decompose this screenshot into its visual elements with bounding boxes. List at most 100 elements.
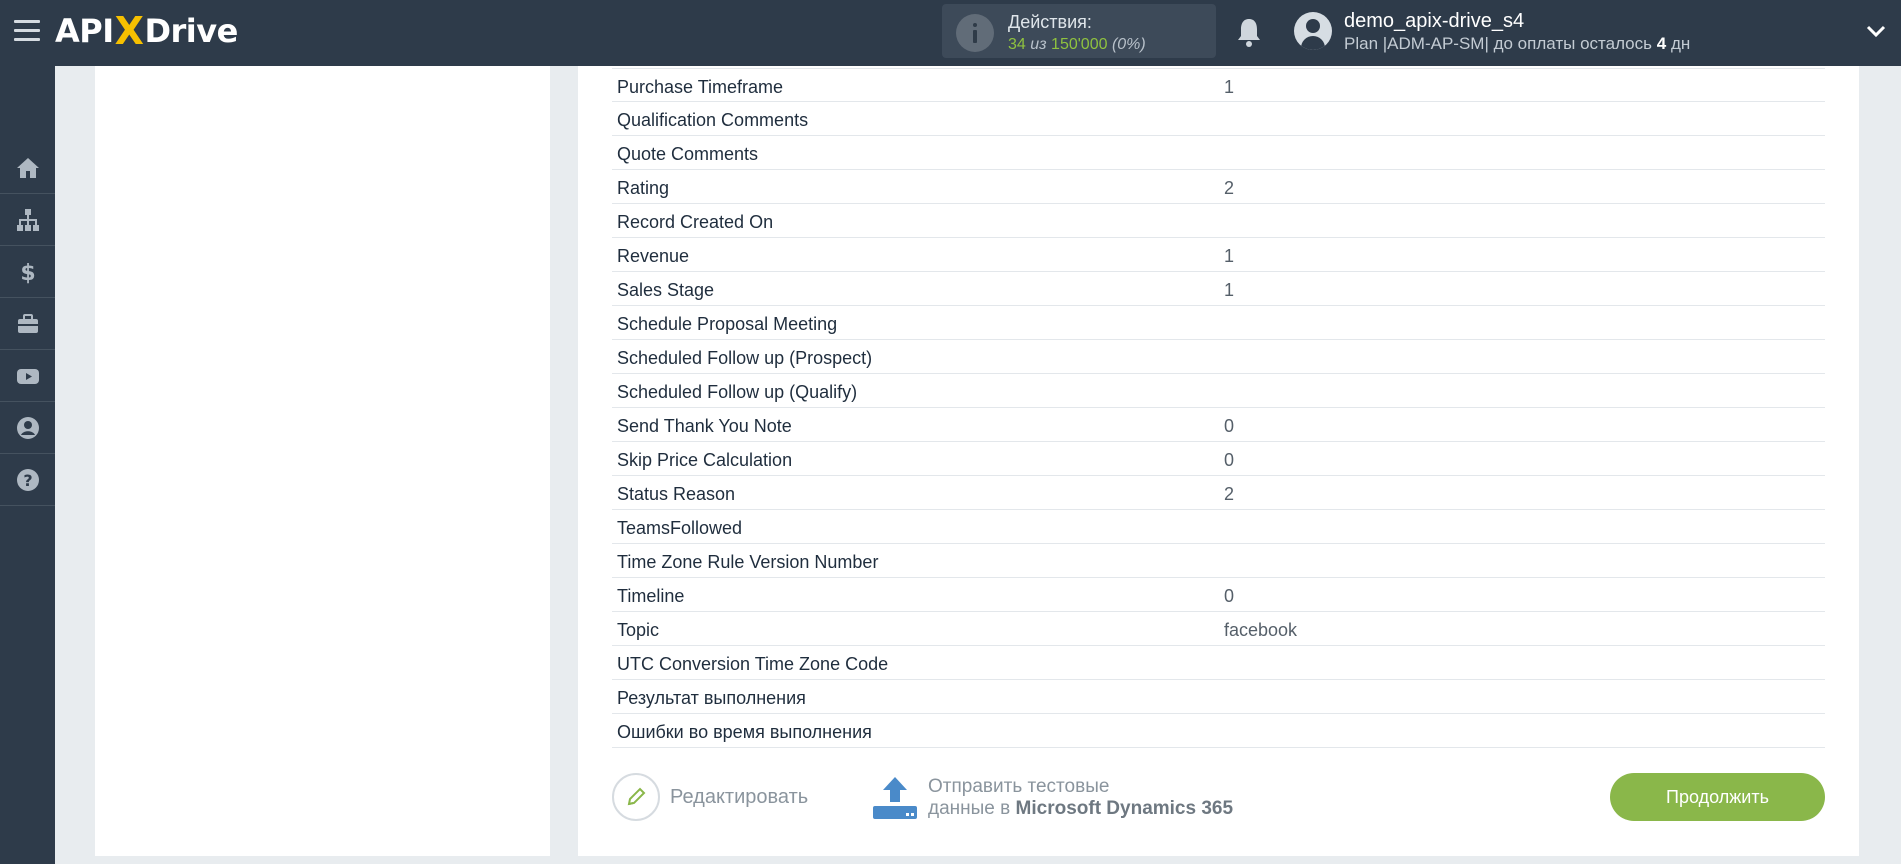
table-row: Skip Price Calculation 0 xyxy=(612,442,1825,476)
table-row: UTC Conversion Time Zone Code xyxy=(612,646,1825,680)
table-row: Scheduled Follow up (Qualify) xyxy=(612,374,1825,408)
logo-prefix: API xyxy=(55,12,114,50)
avatar[interactable] xyxy=(1294,12,1332,50)
field-label: Quote Comments xyxy=(617,144,759,164)
field-label: Результат выполнения xyxy=(617,688,806,708)
table-row: Purchase Timeframe 1 xyxy=(612,68,1825,102)
field-value: 2 xyxy=(1224,484,1235,504)
user-plan: Plan |ADM-AP-SM| до оплаты осталось 4 дн xyxy=(1344,34,1690,54)
fields-table: Purchase Timeframe 1 Qualification Comment… xyxy=(612,68,1825,748)
edit-label: Редактировать xyxy=(670,785,809,808)
field-label: TeamsFollowed xyxy=(617,518,743,538)
table-row: Scheduled Follow up (Prospect) xyxy=(612,340,1825,374)
table-row: Timeline 0 xyxy=(612,578,1825,612)
table-row: Sales Stage 1 xyxy=(612,272,1825,306)
table-row: Topic facebook xyxy=(612,612,1825,646)
sidebar-item-help[interactable]: ? xyxy=(0,454,55,506)
field-value: 2 xyxy=(1224,178,1235,198)
bell-icon[interactable] xyxy=(1234,16,1264,48)
sitemap-icon xyxy=(16,208,39,231)
youtube-icon xyxy=(16,368,39,384)
question-icon: ? xyxy=(16,468,39,491)
sidebar: $ ? xyxy=(0,66,55,864)
continue-button[interactable]: Продолжить xyxy=(1610,773,1825,821)
field-label: UTC Conversion Time Zone Code xyxy=(617,654,889,674)
actions-used: 34 xyxy=(1008,36,1026,53)
field-label: Sales Stage xyxy=(617,280,715,300)
actions-counter[interactable]: Действия: 34 из 150'000 (0%) xyxy=(942,4,1216,58)
actions-usage: 34 из 150'000 (0%) xyxy=(1008,36,1146,54)
home-icon xyxy=(16,157,39,178)
svg-text:$: $ xyxy=(20,261,35,285)
user-circle-icon xyxy=(16,416,39,439)
field-label: Timeline xyxy=(617,586,685,606)
sidebar-item-account[interactable] xyxy=(0,402,55,454)
field-value: 1 xyxy=(1224,246,1235,266)
send-line-2: данные в Microsoft Dynamics 365 xyxy=(928,798,1233,820)
field-value: 0 xyxy=(1224,586,1235,606)
edit-icon-circle xyxy=(612,773,660,821)
table-row: Time Zone Rule Version Number xyxy=(612,544,1825,578)
table-row: Record Created On xyxy=(612,204,1825,238)
send-target: Microsoft Dynamics 365 xyxy=(1015,798,1234,819)
field-value: 0 xyxy=(1224,416,1235,436)
field-label: Send Thank You Note xyxy=(617,416,792,436)
field-value: facebook xyxy=(1224,620,1298,640)
table-row: Status Reason 2 xyxy=(612,476,1825,510)
user-name[interactable]: demo_apix-drive_s4 xyxy=(1344,10,1524,33)
table-row: Quote Comments xyxy=(612,136,1825,170)
field-value: 0 xyxy=(1224,450,1235,470)
field-value: 1 xyxy=(1224,77,1235,97)
actions-limit: 150'000 xyxy=(1051,36,1108,53)
field-label: Purchase Timeframe xyxy=(617,77,784,97)
briefcase-icon xyxy=(17,313,38,333)
send-line-1: Отправить тестовые xyxy=(928,776,1110,797)
send-test-data-label: Отправить тестовые данные в Microsoft Dy… xyxy=(928,776,1233,820)
top-bar: API X Drive Действия: 34 из 150'000 (0%) d… xyxy=(0,0,1901,66)
logo-suffix: Drive xyxy=(144,12,238,50)
field-value: 1 xyxy=(1224,280,1235,300)
menu-icon[interactable] xyxy=(14,20,40,42)
sidebar-item-video[interactable] xyxy=(0,350,55,402)
field-label: Scheduled Follow up (Prospect) xyxy=(617,348,873,368)
upload-icon xyxy=(873,777,917,819)
field-label: Topic xyxy=(617,620,660,640)
field-label: Ошибки во время выполнения xyxy=(617,722,872,742)
actions-percent: (0%) xyxy=(1111,36,1146,53)
svg-text:?: ? xyxy=(23,471,32,490)
chevron-down-icon[interactable] xyxy=(1866,24,1886,38)
dollar-icon: $ xyxy=(20,261,35,285)
left-panel xyxy=(95,66,550,856)
table-row: Qualification Comments xyxy=(612,102,1825,136)
table-row: TeamsFollowed xyxy=(612,510,1825,544)
actions-separator: из xyxy=(1030,36,1047,53)
field-label: Record Created On xyxy=(617,212,774,232)
sidebar-item-services[interactable] xyxy=(0,298,55,350)
edit-button[interactable]: Редактировать xyxy=(612,773,808,821)
field-label: Revenue xyxy=(617,246,690,266)
days-unit: дн xyxy=(1670,34,1691,53)
field-label: Skip Price Calculation xyxy=(617,450,793,470)
days-left: 4 xyxy=(1656,34,1667,53)
sidebar-item-home[interactable] xyxy=(0,142,55,194)
field-label: Scheduled Follow up (Qualify) xyxy=(617,382,858,402)
logo-x: X xyxy=(114,9,144,53)
field-label: Rating xyxy=(617,178,670,198)
field-label: Qualification Comments xyxy=(617,110,809,130)
field-label: Time Zone Rule Version Number xyxy=(617,552,879,572)
field-label: Status Reason xyxy=(617,484,736,504)
table-row: Send Thank You Note 0 xyxy=(612,408,1825,442)
table-row: Schedule Proposal Meeting xyxy=(612,306,1825,340)
field-label: Schedule Proposal Meeting xyxy=(617,314,838,334)
table-row: Revenue 1 xyxy=(612,238,1825,272)
sidebar-item-billing[interactable]: $ xyxy=(0,246,55,298)
info-icon xyxy=(956,14,994,52)
table-row: Результат выполнения xyxy=(612,680,1825,714)
apix-drive-logo[interactable]: API X Drive xyxy=(55,9,238,53)
table-row: Rating 2 xyxy=(612,170,1825,204)
send-test-data-button[interactable]: Отправить тестовые данные в Microsoft Dy… xyxy=(872,773,1233,823)
pencil-icon xyxy=(627,787,646,806)
sidebar-item-connections[interactable] xyxy=(0,194,55,246)
actions-title: Действия: xyxy=(1008,12,1092,32)
send-line-2-prefix: данные в xyxy=(928,798,1011,819)
